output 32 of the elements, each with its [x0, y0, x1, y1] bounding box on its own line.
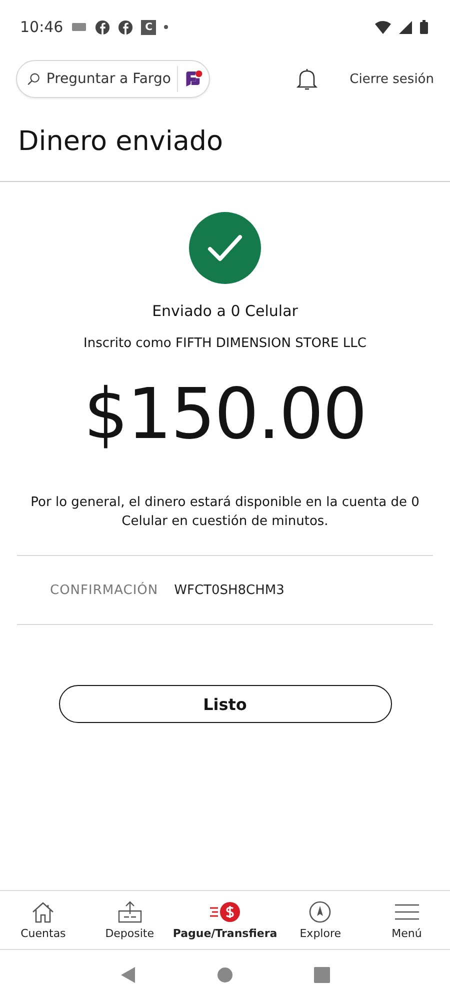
nav-tab[interactable]: Deposite	[105, 927, 154, 940]
done-button[interactable]: Listo	[58, 685, 392, 723]
dot-icon	[164, 25, 168, 29]
check-icon	[189, 212, 261, 284]
facebook-icon	[95, 20, 110, 34]
bell-icon	[296, 67, 318, 91]
nav-tab[interactable]: Cuentas	[20, 927, 66, 940]
logout-link[interactable]: Cierre sesión	[350, 72, 434, 86]
compass-icon	[307, 900, 334, 924]
battery-icon	[420, 20, 428, 34]
deposit-icon	[116, 900, 143, 924]
back-icon	[120, 967, 136, 983]
confirmation-value: WFCT0SH8CHM3	[174, 582, 284, 598]
enrolled-text: Inscrito como FIFTH DIMENSION STORE LLC	[84, 336, 366, 351]
confirmation-label: CONFIRMACIÓN	[50, 582, 158, 598]
facebook-icon	[118, 20, 134, 34]
status-time: 10:46	[20, 18, 64, 36]
recents-icon	[314, 967, 330, 983]
recipient-text: Enviado a 0 Celular	[152, 302, 298, 320]
amount-text: $150.00	[84, 373, 366, 455]
signal-icon	[399, 20, 412, 34]
nav-tab[interactable]: Pague/Transfiera	[172, 927, 278, 940]
home-button-icon	[216, 967, 233, 983]
dollar-icon	[208, 900, 242, 924]
nav-tab[interactable]: Explore	[300, 927, 342, 940]
app-icon	[71, 21, 88, 33]
search-field[interactable]: Preguntar a Fargo	[16, 60, 210, 98]
app-badge: C	[141, 20, 156, 34]
nav-tab[interactable]: Menú	[392, 927, 422, 940]
availability-note: Por lo general, el dinero estará disponible en la cuenta de 0 Celular en cuestión de minutos.	[30, 494, 420, 531]
wifi-icon	[375, 20, 391, 34]
page-title: Dinero enviado	[0, 104, 450, 182]
